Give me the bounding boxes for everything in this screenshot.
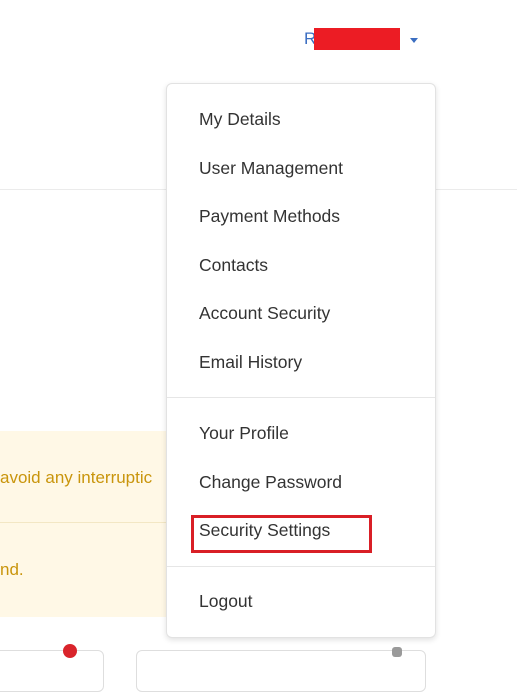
menu-item-user-management[interactable]: User Management (199, 157, 343, 179)
menu-item-account-security[interactable]: Account Security (199, 302, 330, 324)
caret-down-icon (410, 37, 419, 43)
warning-text-line-1: avoid any interruptic (0, 468, 153, 487)
menu-item-change-password[interactable]: Change Password (199, 471, 342, 493)
menu-item-email-history[interactable]: Email History (199, 351, 302, 373)
menu-divider (167, 566, 435, 567)
menu-item-logout[interactable]: Logout (199, 590, 253, 612)
redacted-username (314, 28, 401, 50)
menu-item-my-details[interactable]: My Details (199, 108, 281, 130)
menu-item-your-profile[interactable]: Your Profile (199, 422, 289, 444)
highlight-box (191, 515, 372, 553)
warning-text-line-2: nd. (0, 560, 24, 579)
background-card (136, 647, 426, 692)
user-menu-toggle[interactable]: R (304, 28, 419, 50)
menu-divider (167, 397, 435, 398)
account-dropdown-menu: My Details User Management Payment Metho… (166, 83, 436, 638)
status-icon (392, 647, 402, 657)
background-card (0, 644, 104, 692)
alert-dot-icon (63, 644, 77, 658)
menu-item-contacts[interactable]: Contacts (199, 254, 268, 276)
menu-item-payment-methods[interactable]: Payment Methods (199, 205, 340, 227)
